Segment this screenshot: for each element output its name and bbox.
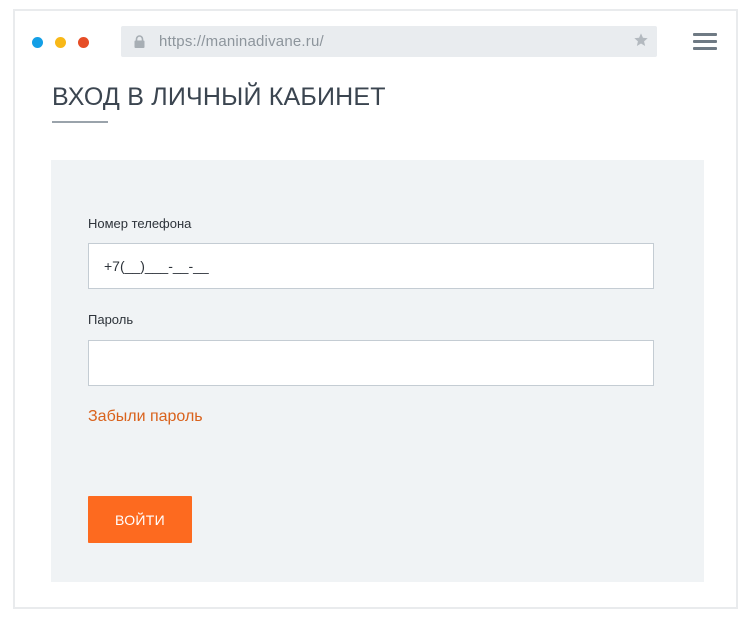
window-dot-yellow bbox=[55, 37, 66, 48]
login-button[interactable]: ВОЙТИ bbox=[88, 496, 192, 543]
phone-input[interactable] bbox=[88, 243, 654, 289]
lock-icon bbox=[134, 35, 145, 48]
password-label: Пароль bbox=[88, 312, 134, 327]
page-title: ВХОД В ЛИЧНЫЙ КАБИНЕТ bbox=[52, 83, 386, 111]
address-bar[interactable]: https://maninadivane.ru/ bbox=[121, 26, 657, 57]
window-dot-blue bbox=[32, 37, 43, 48]
title-underline bbox=[52, 121, 108, 123]
star-icon[interactable] bbox=[633, 32, 649, 48]
password-input[interactable] bbox=[88, 340, 654, 386]
window-dot-red bbox=[78, 37, 89, 48]
forgot-password-link[interactable]: Забыли пароль bbox=[88, 408, 203, 426]
browser-window: https://maninadivane.ru/ ВХОД В ЛИЧНЫЙ К… bbox=[13, 9, 738, 609]
phone-label: Номер телефона bbox=[88, 216, 192, 231]
hamburger-menu-icon[interactable] bbox=[693, 33, 717, 51]
login-form-panel: Номер телефона Пароль Забыли пароль ВОЙТ… bbox=[51, 160, 704, 582]
url-text[interactable]: https://maninadivane.ru/ bbox=[159, 33, 324, 50]
